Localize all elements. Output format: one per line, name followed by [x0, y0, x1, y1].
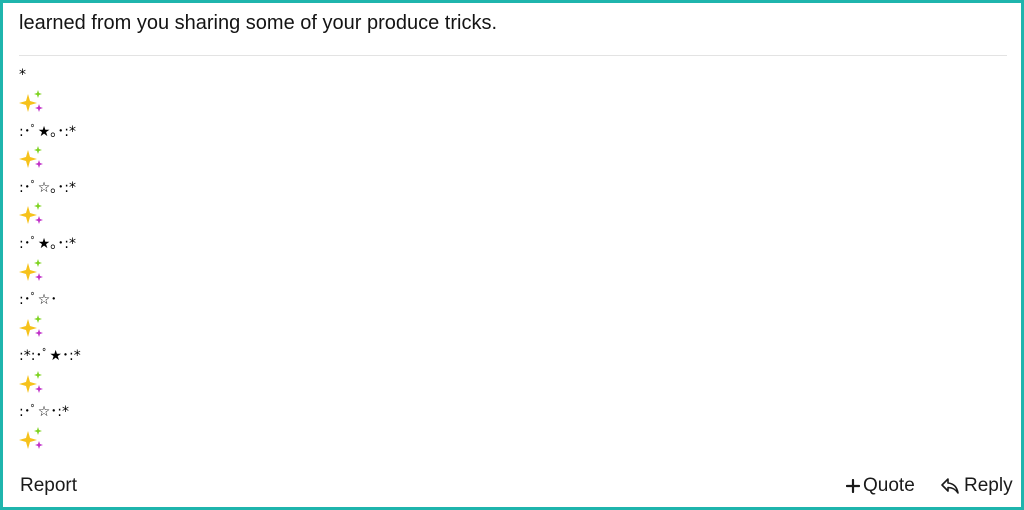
signature-divider: [19, 55, 1007, 56]
signature-line: :･ﾟ☆･: [19, 292, 58, 308]
sparkles-icon: [19, 146, 45, 170]
report-link[interactable]: Report: [20, 475, 77, 497]
quote-label: Quote: [863, 475, 915, 496]
sparkles-icon: [19, 259, 45, 283]
sparkles-icon: [19, 315, 45, 339]
sparkles-icon: [19, 202, 45, 226]
signature-line: :･ﾟ☆･:*: [19, 404, 69, 420]
sparkles-icon: [19, 427, 45, 451]
sparkles-icon: [19, 90, 45, 114]
signature-line: :･ﾟ☆｡･:*: [19, 180, 76, 196]
post-container: learned from you sharing some of your pr…: [0, 0, 1024, 510]
sparkles-icon: [19, 371, 45, 395]
signature-line: :･ﾟ★｡･:*: [19, 124, 76, 140]
reply-arrow-icon: [940, 477, 960, 495]
quote-button[interactable]: Quote: [846, 475, 915, 497]
signature-line: :*:･ﾟ★･:*: [19, 348, 81, 364]
plus-icon: [846, 479, 860, 493]
report-label: Report: [20, 475, 78, 496]
reply-label: Reply: [964, 475, 1013, 496]
signature-line: :･ﾟ★｡･:*: [19, 236, 76, 252]
reply-button[interactable]: Reply: [940, 475, 1013, 497]
signature-line: *: [19, 67, 26, 83]
post-body-text: learned from you sharing some of your pr…: [19, 12, 497, 34]
